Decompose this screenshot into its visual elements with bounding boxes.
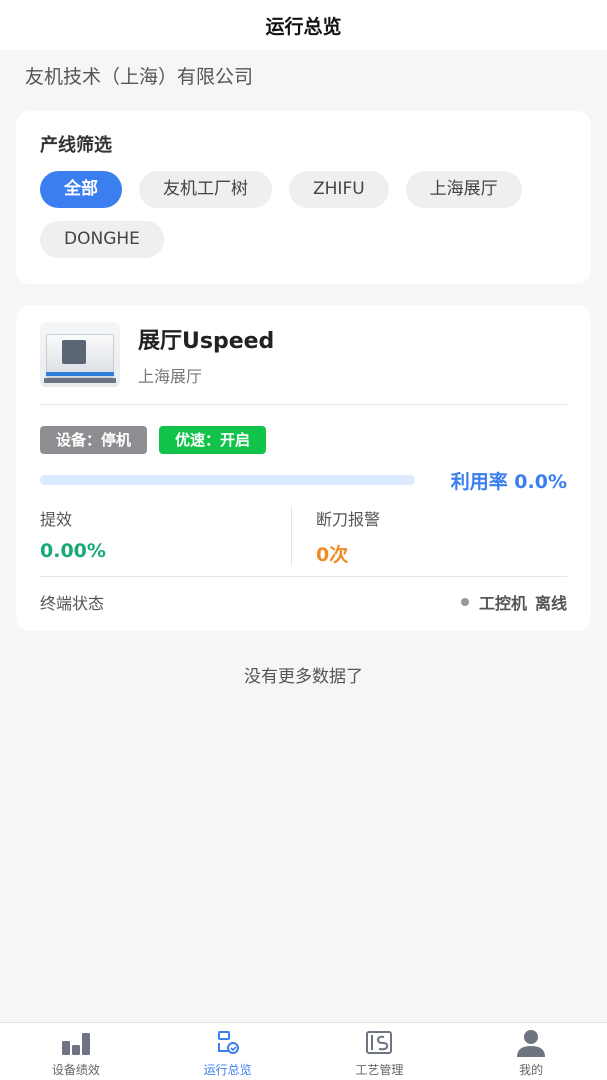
tool-break-value: 0次 [316, 544, 349, 566]
terminal-status-row: 终端状态 工控机 离线 [40, 576, 567, 626]
device-location: 上海展厅 [138, 366, 203, 386]
terminal-status-label: 终端状态 [40, 593, 105, 613]
filter-title: 产线筛选 [40, 135, 112, 156]
tool-break-stat: 断刀报警 0次 [291, 506, 567, 566]
user-icon [514, 1028, 548, 1058]
tab-bar: 设备绩效 运行总览 工艺管理 我的 [0, 1022, 607, 1080]
filter-chips: 全部 友机工厂树 ZHIFU 上海展厅 DONGHE [40, 171, 567, 258]
device-status-badge: 设备：停机 [40, 426, 148, 454]
line-filter-card: 产线筛选 全部 友机工厂树 ZHIFU 上海展厅 DONGHE [16, 111, 591, 284]
terminal-name: 工控机 [478, 593, 527, 613]
device-header: 展厅Uspeed 上海展厅 [40, 305, 567, 405]
efficiency-value: 0.00% [40, 540, 106, 562]
cnc-machine-icon [40, 322, 120, 387]
tab-process-management[interactable]: 工艺管理 [304, 1023, 456, 1080]
page-title: 运行总览 [265, 15, 342, 38]
utilization-label: 利用率 0.0% [450, 470, 567, 493]
terminal-status: 离线 [534, 593, 567, 613]
bar-chart-icon [59, 1028, 93, 1058]
tab-device-performance[interactable]: 设备绩效 [0, 1023, 152, 1080]
device-card[interactable]: 展厅Uspeed 上海展厅 设备：停机 优速：开启 利用率 0.0% 提效 0.… [16, 305, 591, 631]
nav-bar: 运行总览 [0, 0, 607, 50]
status-tags: 设备：停机 优速：开启 [40, 426, 567, 454]
chip-zhifu[interactable]: ZHIFU [289, 171, 389, 208]
process-doc-icon [362, 1028, 396, 1058]
tab-label: 我的 [519, 1063, 544, 1077]
overview-icon [211, 1028, 245, 1058]
speed-status-badge: 优速：开启 [159, 426, 267, 454]
device-name: 展厅Uspeed [138, 328, 275, 354]
utilization-row: 利用率 0.0% [40, 468, 567, 493]
company-name: 友机技术（上海）有限公司 [25, 66, 254, 88]
chip-donghe[interactable]: DONGHE [40, 221, 164, 258]
tab-label: 运行总览 [203, 1063, 252, 1077]
chip-all[interactable]: 全部 [40, 171, 122, 208]
list-end-text: 没有更多数据了 [244, 667, 363, 687]
device-stats: 提效 0.00% 断刀报警 0次 [40, 506, 567, 566]
chip-youji-factory-tree[interactable]: 友机工厂树 [139, 171, 272, 208]
chip-shanghai-showroom[interactable]: 上海展厅 [405, 171, 522, 208]
efficiency-stat: 提效 0.00% [40, 506, 291, 566]
tab-label: 设备绩效 [51, 1063, 100, 1077]
tab-overview[interactable]: 运行总览 [152, 1023, 304, 1080]
utilization-bar [40, 475, 415, 485]
offline-dot-icon [460, 597, 469, 606]
efficiency-label: 提效 [40, 510, 73, 529]
tool-break-label: 断刀报警 [316, 510, 381, 529]
tab-mine[interactable]: 我的 [455, 1023, 607, 1080]
tab-label: 工艺管理 [355, 1063, 404, 1077]
